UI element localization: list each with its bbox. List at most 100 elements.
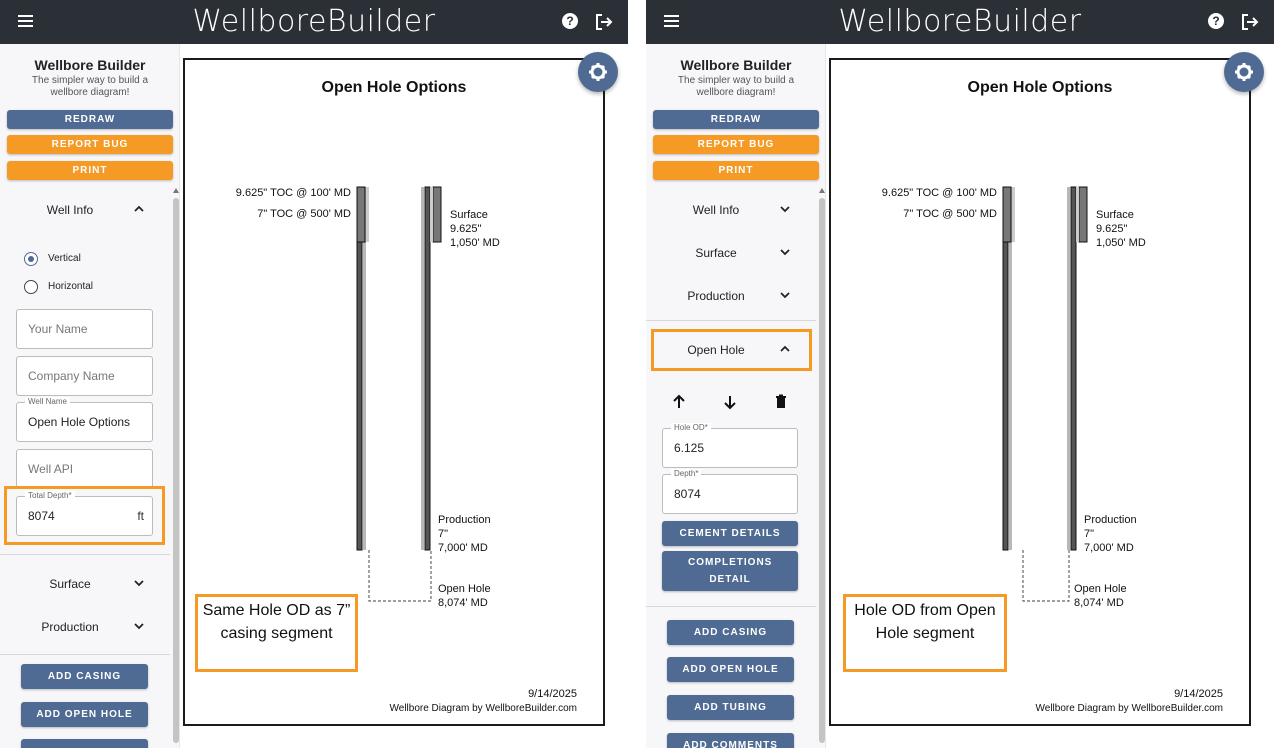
chevron-down-icon xyxy=(778,245,792,259)
production-casing-label: Production 7" 7,000' MD xyxy=(1084,514,1137,554)
accordion-surface[interactable]: Surface xyxy=(10,565,165,605)
your-name-field[interactable]: Your Name xyxy=(16,309,153,349)
diagram-date: 9/14/2025 xyxy=(1174,688,1223,700)
move-down-icon[interactable] xyxy=(721,393,739,411)
production-casing-label: Production 7" 7,000' MD xyxy=(438,514,491,554)
report-bug-button[interactable]: REPORT BUG xyxy=(653,135,819,154)
move-up-icon[interactable] xyxy=(670,393,688,411)
add-tubing-button[interactable]: ADD TUBING xyxy=(667,695,794,720)
accordion-label: Production xyxy=(687,289,745,303)
add-open-hole-button[interactable]: ADD OPEN HOLE xyxy=(21,702,148,727)
toc-production-label: 7" TOC @ 500' MD xyxy=(903,208,997,220)
surface-casing-right xyxy=(432,186,442,243)
sidebar-scrollbar[interactable] xyxy=(173,188,179,748)
add-tubing-button[interactable] xyxy=(21,739,148,748)
redraw-button[interactable]: REDRAW xyxy=(653,110,819,129)
sidebar: Wellbore Builder The simpler way to buil… xyxy=(0,44,180,748)
hole-od-value: 6.125 xyxy=(674,441,705,455)
open-hole-outline xyxy=(368,550,432,602)
cement-details-button[interactable]: CEMENT DETAILS xyxy=(662,521,798,546)
add-casing-button[interactable]: ADD CASING xyxy=(21,664,148,689)
toc-surface-label: 9.625" TOC @ 100' MD xyxy=(881,187,997,199)
logout-icon[interactable] xyxy=(594,12,614,32)
app-brand: WellboreBuilder xyxy=(192,4,436,39)
accordion-well-info[interactable]: Well Info xyxy=(10,191,165,231)
divider xyxy=(646,320,816,321)
depth-field[interactable]: Depth* 8074 xyxy=(662,469,798,514)
chevron-down-icon xyxy=(778,288,792,302)
accordion-production[interactable]: Production xyxy=(656,277,811,317)
your-name-placeholder: Your Name xyxy=(28,322,88,336)
toc-production-label: 7" TOC @ 500' MD xyxy=(257,208,351,220)
company-name-placeholder: Company Name xyxy=(28,369,115,383)
production-casing-right xyxy=(424,186,431,551)
hole-od-field[interactable]: Hole OD* 6.125 xyxy=(662,423,798,468)
annotation-note: Hole OD from Open Hole segment xyxy=(843,594,1007,672)
sidebar: Wellbore Builder The simpler way to buil… xyxy=(646,44,826,748)
redraw-button[interactable]: REDRAW xyxy=(7,110,173,129)
accordion-label: Surface xyxy=(49,577,91,591)
accordion-label: Well Info xyxy=(692,203,740,217)
surface-cement-left xyxy=(1012,187,1015,242)
chevron-up-icon xyxy=(778,342,792,356)
surface-casing-label: Surface 9.625" 1,050' MD xyxy=(1096,209,1146,249)
diagram-credit: Wellbore Diagram by WellboreBuilder.com xyxy=(389,703,578,714)
sidebar-title: Wellbore Builder xyxy=(34,57,146,73)
accordion-open-hole[interactable]: Open Hole xyxy=(656,331,811,371)
settings-button[interactable] xyxy=(578,52,618,92)
sidebar-scrollbar[interactable] xyxy=(819,188,825,748)
settings-button[interactable] xyxy=(1224,52,1264,92)
help-icon[interactable]: ? xyxy=(1208,13,1224,29)
right-screenshot: WellboreBuilder ? Wellbore Builder The s… xyxy=(646,0,1274,748)
sidebar-subtitle: The simpler way to build a wellbore diag… xyxy=(677,75,795,98)
accordion-production[interactable]: Production xyxy=(10,608,165,648)
open-hole-label: Open Hole 8,074' MD xyxy=(438,583,491,609)
accordion-label: Surface xyxy=(695,246,737,260)
sidebar-title: Wellbore Builder xyxy=(680,57,792,73)
well-name-value: Open Hole Options xyxy=(28,415,131,429)
trash-icon[interactable] xyxy=(772,393,790,411)
surface-casing-left xyxy=(1002,186,1012,243)
surface-casing-label: Surface 9.625" 1,050' MD xyxy=(450,209,500,249)
production-casing-right xyxy=(1070,186,1077,551)
production-cement-right xyxy=(421,187,424,550)
total-depth-value: 8074 xyxy=(28,509,55,523)
report-bug-button[interactable]: REPORT BUG xyxy=(7,135,173,154)
completions-detail-button[interactable]: COMPLETIONS DETAIL xyxy=(662,551,798,591)
well-api-field[interactable]: Well API xyxy=(16,449,153,489)
add-casing-button[interactable]: ADD CASING xyxy=(667,620,794,645)
divider xyxy=(646,606,816,607)
gear-icon xyxy=(589,63,607,81)
total-depth-field[interactable]: Total Depth* 8074 ft xyxy=(16,491,153,536)
print-button[interactable]: PRINT xyxy=(7,161,173,180)
left-screenshot: WellboreBuilder ? Wellbore Builder The s… xyxy=(0,0,628,748)
accordion-label: Open Hole xyxy=(687,343,745,357)
logout-icon[interactable] xyxy=(1240,12,1260,32)
top-app-bar: WellboreBuilder ? xyxy=(646,0,1274,44)
depth-value: 8074 xyxy=(674,487,701,501)
diagram-date: 9/14/2025 xyxy=(528,688,577,700)
accordion-well-info[interactable]: Well Info xyxy=(656,191,811,231)
add-open-hole-button[interactable]: ADD OPEN HOLE xyxy=(667,657,794,682)
accordion-label: Well Info xyxy=(46,203,94,217)
chevron-up-icon xyxy=(132,202,146,216)
radio-horizontal-label: Horizontal xyxy=(48,281,94,292)
radio-vertical-label: Vertical xyxy=(48,253,81,264)
chevron-down-icon xyxy=(132,619,146,633)
radio-vertical[interactable] xyxy=(24,252,38,266)
sidebar-subtitle: The simpler way to build a wellbore diag… xyxy=(31,75,149,98)
well-name-field[interactable]: Well Name Open Hole Options xyxy=(16,397,153,442)
add-comments-button[interactable]: ADD COMMENTS xyxy=(667,733,794,748)
accordion-surface[interactable]: Surface xyxy=(656,234,811,274)
app-brand: WellboreBuilder xyxy=(838,4,1082,39)
depth-label: Depth* xyxy=(671,469,702,478)
diagram-credit: Wellbore Diagram by WellboreBuilder.com xyxy=(1035,703,1224,714)
help-icon[interactable]: ? xyxy=(562,13,578,29)
print-button[interactable]: PRINT xyxy=(653,161,819,180)
divider xyxy=(0,554,170,555)
accordion-label: Production xyxy=(41,620,99,634)
annotation-note: Same Hole OD as 7” casing segment xyxy=(195,594,358,672)
gear-icon xyxy=(1235,63,1253,81)
radio-horizontal[interactable] xyxy=(24,280,38,294)
company-name-field[interactable]: Company Name xyxy=(16,356,153,396)
